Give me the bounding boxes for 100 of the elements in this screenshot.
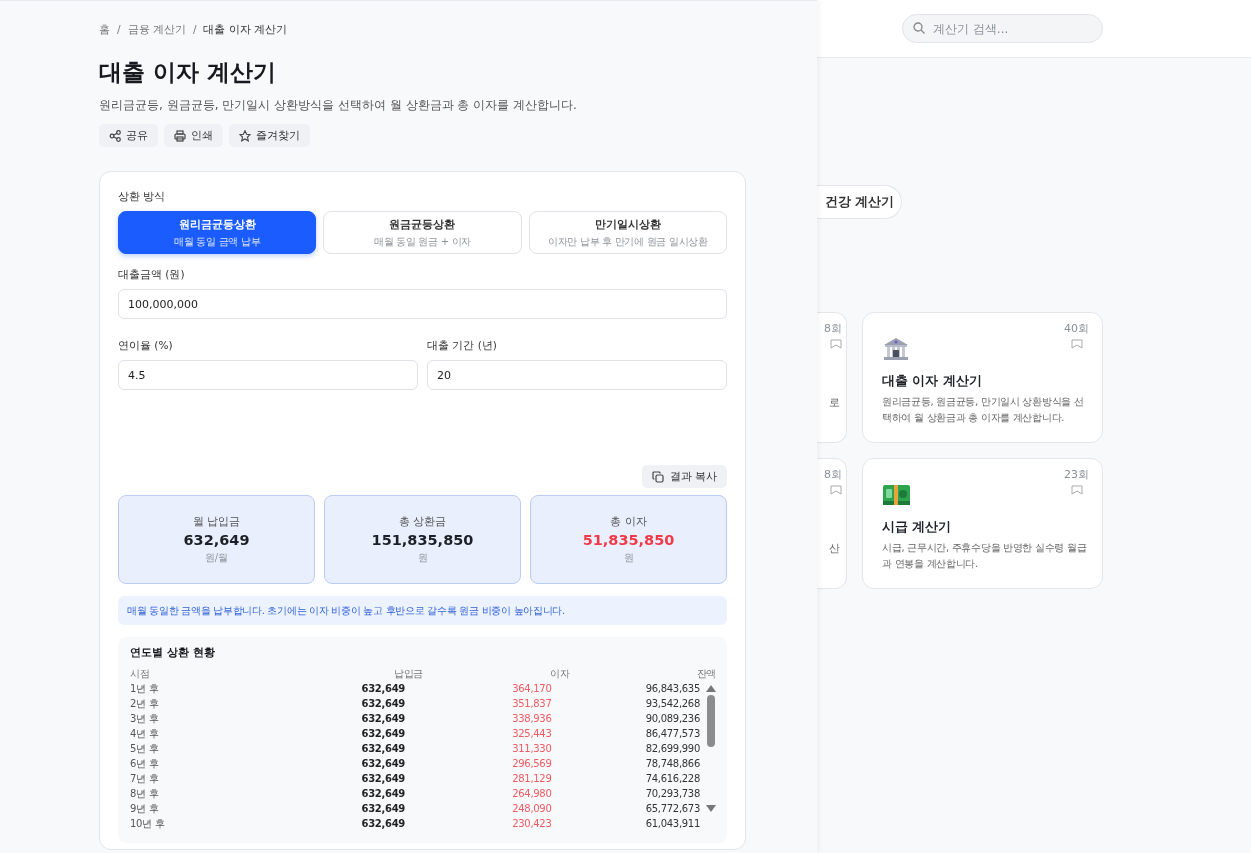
result-value: 151,835,850: [371, 532, 474, 548]
page-description: 원리금균등, 원금균등, 만기일시 상환방식을 선택하여 월 상환금과 총 이자를 계산합니다.: [99, 97, 578, 114]
table-cell-text: 632,649: [360, 712, 406, 726]
table-cell-text: 96,843,635: [644, 682, 700, 696]
table-cell-text: 61,043,911: [644, 817, 700, 831]
calculator-card[interactable]: 8회 산: [817, 458, 847, 589]
result-label: 총 이자: [610, 514, 647, 529]
table-cell-text: 264,980: [511, 787, 553, 801]
table-cell-text: 5년 후: [130, 742, 160, 756]
printer-icon: [174, 129, 186, 142]
table-cell-text: 632,649: [360, 772, 406, 786]
column-header: 잔액: [695, 667, 716, 681]
scroll-down-icon: [706, 805, 716, 813]
breadcrumb-separator: /: [192, 23, 197, 37]
amount-field[interactable]: 100,000,000: [118, 289, 727, 319]
print-button[interactable]: 인쇄: [164, 124, 223, 147]
page-title: 대출 이자 계산기: [99, 58, 277, 87]
table-cell-text: 632,649: [360, 742, 406, 756]
usage-count: 40회: [1064, 321, 1089, 336]
table-cell-text: 86,477,573: [644, 727, 700, 741]
rate-field[interactable]: 4.5: [118, 360, 418, 390]
field-label: 상환 방식: [118, 190, 167, 204]
card-description: 로: [829, 395, 840, 410]
field-label: 대출금액 (원): [118, 268, 186, 282]
share-icon: [109, 129, 121, 142]
column-header: 이자: [549, 667, 570, 681]
star-icon: [239, 129, 251, 142]
result-unit: 원: [623, 551, 634, 565]
bookmark-icon: [1070, 485, 1083, 495]
table-cell-text: 7년 후: [130, 772, 160, 786]
field-label: 대출 기간 (년): [427, 339, 498, 353]
calculator-card[interactable]: 40회 대출 이자 계산기 원리금균등, 원금균등, 만기일시 상환방식을 선택하여 월 상환금과 총 이자를 계산합니다.: [862, 312, 1103, 443]
table-cell-text: 632,649: [360, 727, 406, 741]
favorite-button[interactable]: 즐겨찾기: [229, 124, 310, 147]
search-field[interactable]: 계산기 검색...: [902, 14, 1103, 43]
card-title: 대출 이자 계산기: [882, 373, 983, 390]
table-cell-text: 311,330: [511, 742, 553, 756]
table-cell-text: 281,129: [511, 772, 553, 786]
card-description: 산: [829, 541, 840, 556]
table-cell-text: 82,699,990: [644, 742, 700, 756]
result-label: 월 납입금: [192, 514, 241, 529]
table-cell-text: 4년 후: [130, 727, 160, 741]
bookmark-icon: [1070, 339, 1083, 349]
result-unit: 원/월: [204, 551, 229, 565]
table-cell-text: 632,649: [360, 757, 406, 771]
column-header: 납입금: [392, 667, 423, 681]
table-cell-text: 6년 후: [130, 757, 160, 771]
usage-count: 8회: [824, 467, 842, 482]
result-unit: 원: [417, 551, 428, 565]
card-description: 시급, 근무시간, 주휴수당을 반영한 실수령 월급과 연봉을 계산합니다.: [882, 541, 1088, 571]
table-cell-text: 10년 후: [130, 817, 166, 831]
calculator-card[interactable]: 8회 로: [817, 312, 847, 443]
scroll-up-icon: [706, 684, 716, 692]
table-cell-text: 632,649: [360, 682, 406, 696]
field-label: 연이율 (%): [118, 339, 174, 353]
table-cell-text: 230,423: [511, 817, 553, 831]
table-cell-text: 8년 후: [130, 787, 160, 801]
table-cell-text: 364,170: [511, 682, 553, 696]
schedule-title: 연도별 상환 현황: [130, 645, 216, 660]
breadcrumb-current: 대출 이자 계산기: [203, 23, 288, 37]
table-cell-text: 632,649: [360, 802, 406, 816]
breadcrumb-separator: /: [117, 23, 121, 37]
usage-count: 8회: [824, 321, 842, 336]
result-value: 632,649: [183, 532, 250, 548]
table-cell-text: 248,090: [511, 802, 553, 816]
table-cell-text: 632,649: [360, 787, 406, 801]
table-cell-text: 78,748,866: [644, 757, 700, 771]
column-header: 시점: [130, 667, 151, 681]
result-value: 51,835,850: [582, 532, 675, 548]
table-cell-text: 2년 후: [130, 697, 160, 711]
table-cell-text: 9년 후: [130, 802, 160, 816]
copy-button[interactable]: 결과 복사: [641, 465, 727, 488]
table-cell-text: 3년 후: [130, 712, 160, 726]
category-chip[interactable]: 건강 계산기: [817, 185, 902, 219]
copy-icon: [651, 470, 664, 483]
breadcrumb-link[interactable]: 금융 계산기: [127, 23, 186, 37]
calculator-card[interactable]: 23회 시급 계산기 시급, 근무시간, 주휴수당을 반영한 실수령 월급과 연봉을 계산합니다.: [862, 458, 1103, 589]
table-cell-text: 1년 후: [130, 682, 160, 696]
info-note: 매월 동일한 금액을 납부합니다. 초기에는 이자 비중이 높고 후반으로 갈수록 원금 비중이 높아집니다.: [118, 596, 727, 625]
table-cell-text: 90,089,236: [644, 712, 700, 726]
table-cell-text: 338,936: [511, 712, 553, 726]
table-cell-text: 632,649: [360, 697, 406, 711]
method-option[interactable]: 만기일시상환 이자만 납부 후 만기에 원금 일시상환: [528, 211, 727, 254]
result-label: 총 상환금: [398, 514, 447, 529]
bank-icon: [882, 335, 910, 361]
table-cell-text: 65,772,673: [644, 802, 700, 816]
bookmark-icon: [830, 485, 842, 495]
breadcrumb-link[interactable]: 홈: [99, 23, 110, 37]
share-button[interactable]: 공유: [99, 124, 158, 147]
term-field[interactable]: 20: [427, 360, 727, 390]
method-option[interactable]: 원리금균등상환 매월 동일 금액 납부: [118, 211, 317, 254]
scrollbar-thumb[interactable]: [707, 695, 715, 747]
usage-count: 23회: [1064, 467, 1089, 482]
table-cell-text: 351,837: [511, 697, 553, 711]
table-cell-text: 296,569: [511, 757, 553, 771]
table-cell-text: 325,443: [511, 727, 553, 741]
bookmark-icon: [830, 339, 842, 349]
method-option[interactable]: 원금균등상환 매월 동일 원금 + 이자: [323, 211, 522, 254]
table-cell-text: 632,649: [360, 817, 406, 831]
card-description: 원리금균등, 원금균등, 만기일시 상환방식을 선택하여 월 상환금과 총 이자를 계산합니다.: [882, 395, 1085, 425]
